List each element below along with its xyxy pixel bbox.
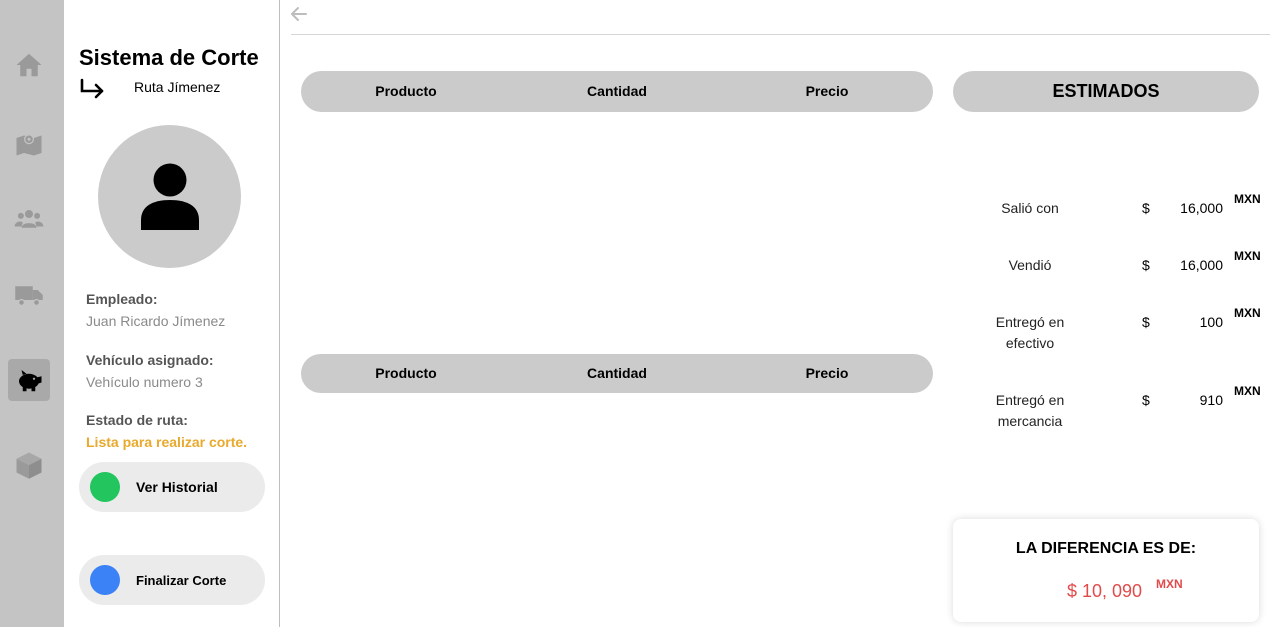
estimate-amount: 100: [1199, 314, 1223, 330]
users-icon: [14, 210, 44, 228]
estimate-label: Salió con: [1001, 200, 1059, 216]
history-button-label: Ver Historial: [136, 479, 218, 495]
finish-button-label: Finalizar Corte: [136, 572, 227, 588]
estimate-label: Vendió: [1008, 257, 1052, 273]
currency-unit: MXN: [1234, 192, 1261, 206]
avatar: [98, 125, 241, 268]
vehicle-label: Vehículo asignado:: [86, 352, 214, 368]
currency-symbol: $: [1142, 257, 1150, 273]
products-table-header-2: Producto Cantidad Precio: [301, 354, 933, 393]
finish-corte-button[interactable]: Finalizar Corte: [79, 555, 265, 605]
estimate-amount: 16,000: [1180, 257, 1223, 273]
currency-unit: MXN: [1234, 306, 1261, 320]
currency-symbol: $: [1142, 392, 1150, 408]
nav-users[interactable]: [8, 198, 50, 240]
route-name: Ruta Jímenez: [134, 79, 221, 95]
employee-label: Empleado:: [86, 291, 158, 307]
estimate-label: Entregó en mercancia: [995, 392, 1065, 429]
estimate-amount: 910: [1199, 392, 1223, 408]
history-status-dot: [90, 472, 120, 502]
route-status-value: Lista para realizar corte.: [86, 434, 248, 450]
nav-rail: [0, 0, 64, 627]
estimates-header: ESTIMADOS: [953, 71, 1259, 112]
currency-unit: MXN: [1234, 384, 1261, 398]
column-header-cantidad: Cantidad: [587, 365, 647, 381]
difference-value: $ 10, 090: [1067, 581, 1143, 601]
vehicle-value: Vehículo numero 3: [86, 374, 203, 390]
nav-corte[interactable]: [8, 359, 50, 401]
piggy-bank-icon: [19, 370, 42, 392]
finish-status-dot: [90, 565, 120, 595]
column-header-producto: Producto: [375, 83, 437, 99]
products-table-header: Producto Cantidad Precio: [301, 71, 933, 112]
column-header-precio: Precio: [805, 365, 849, 381]
difference-title: LA DIFERENCIA ES DE:: [1015, 540, 1197, 557]
nav-truck[interactable]: [8, 274, 50, 316]
estimate-label: Entregó en efectivo: [995, 314, 1065, 351]
estimate-amount: 16,000: [1180, 200, 1223, 216]
header-divider: [291, 34, 1270, 35]
currency-unit: MXN: [1234, 249, 1261, 263]
user-icon: [140, 163, 199, 230]
nav-box[interactable]: [8, 444, 50, 486]
return-arrow-icon: [80, 78, 104, 99]
page-title: Sistema de Corte: [79, 45, 259, 70]
currency-symbol: $: [1142, 314, 1150, 330]
currency-symbol: $: [1142, 200, 1150, 216]
difference-card: LA DIFERENCIA ES DE: $ 10, 090 MXN: [953, 519, 1259, 622]
sidebar: Sistema de Corte Ruta Jímenez Empleado: …: [64, 0, 280, 627]
home-icon: [16, 53, 42, 77]
box-icon: [16, 452, 42, 479]
map-icon: [16, 134, 42, 156]
truck-icon: [15, 286, 43, 306]
employee-value: Juan Ricardo Jímenez: [86, 313, 226, 329]
back-arrow-icon[interactable]: [290, 6, 308, 22]
route-status-label: Estado de ruta:: [86, 412, 188, 428]
column-header-producto: Producto: [375, 365, 437, 381]
nav-map[interactable]: [8, 122, 50, 164]
history-button[interactable]: Ver Historial: [79, 462, 265, 512]
column-header-cantidad: Cantidad: [587, 83, 647, 99]
column-header-precio: Precio: [805, 83, 849, 99]
nav-home[interactable]: [8, 44, 50, 86]
difference-unit: MXN: [1156, 577, 1183, 591]
